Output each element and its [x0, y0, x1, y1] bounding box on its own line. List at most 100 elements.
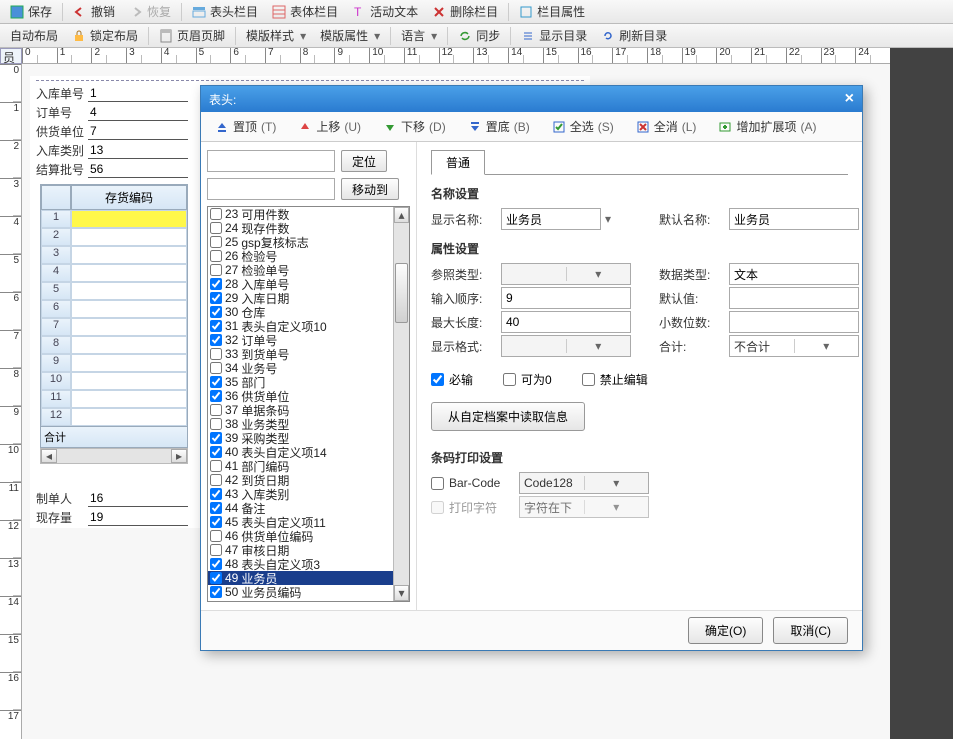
- list-item[interactable]: 29入库日期: [208, 291, 393, 305]
- btn-clearall[interactable]: 全消(L): [628, 115, 705, 138]
- list-item[interactable]: 26检验号: [208, 249, 393, 263]
- cancel-button[interactable]: 取消(C): [773, 617, 848, 644]
- tb-sync[interactable]: 同步: [452, 25, 506, 46]
- dialog-titlebar[interactable]: 表头: ×: [201, 86, 862, 112]
- tb-head-col[interactable]: 表头栏目: [186, 1, 264, 22]
- scroll-up-icon[interactable]: ▴: [394, 207, 409, 223]
- list-item[interactable]: 33到货单号: [208, 347, 393, 361]
- inp-dispname[interactable]: [501, 208, 601, 230]
- table-row[interactable]: 4: [41, 264, 187, 282]
- tb-save[interactable]: 保存: [4, 1, 58, 22]
- combo-reftype[interactable]: ▾: [501, 263, 631, 285]
- list-item[interactable]: 48表头自定义项3: [208, 557, 393, 571]
- table-row[interactable]: 3: [41, 246, 187, 264]
- tb-lang[interactable]: 语言▾: [395, 25, 443, 46]
- inp-datatype: [729, 263, 859, 285]
- tb-active-text[interactable]: T活动文本: [346, 1, 424, 22]
- combo-barcode[interactable]: Code128▾: [519, 472, 649, 494]
- tb-tplstyle[interactable]: 模版样式▾: [240, 25, 312, 46]
- inp-f3[interactable]: [88, 123, 188, 140]
- tb-autolayout[interactable]: 自动布局: [4, 25, 64, 46]
- table-row[interactable]: 5: [41, 282, 187, 300]
- inp-maxlen[interactable]: [501, 311, 631, 333]
- chk-barcode[interactable]: Bar-Code: [431, 476, 511, 490]
- table-row[interactable]: 6: [41, 300, 187, 318]
- list-item[interactable]: 38业务类型: [208, 417, 393, 431]
- inp-dec[interactable]: [729, 311, 859, 333]
- list-item[interactable]: 23可用件数: [208, 207, 393, 221]
- inp-f2[interactable]: [88, 104, 188, 121]
- combo-dispfmt[interactable]: ▾: [501, 335, 631, 357]
- list-item[interactable]: 25gsp复核标志: [208, 235, 393, 249]
- locate-input[interactable]: [207, 150, 335, 172]
- combo-sum[interactable]: 不合计▾: [729, 335, 859, 357]
- tb-col-prop[interactable]: 栏目属性: [513, 1, 591, 22]
- list-item[interactable]: 28入库单号: [208, 277, 393, 291]
- tb-tplattr[interactable]: 模版属性▾: [314, 25, 386, 46]
- chk-allowzero[interactable]: 可为0: [503, 371, 552, 388]
- moveto-button[interactable]: 移动到: [341, 178, 399, 200]
- dialog-toolbar: 置顶(T) 上移(U) 下移(D) 置底(B) 全选(S) 全消(L) 增加扩展…: [201, 112, 862, 142]
- dialog-left-pane: 定位 移动到 23可用件数24现存件数25gsp复核标志26检验号27检验单号2…: [201, 142, 417, 610]
- column-listbox[interactable]: 23可用件数24现存件数25gsp复核标志26检验号27检验单号28入库单号29…: [207, 206, 410, 602]
- list-item[interactable]: 37单据条码: [208, 403, 393, 417]
- inp-f4[interactable]: [88, 142, 188, 159]
- close-icon[interactable]: ×: [845, 90, 854, 108]
- table-row[interactable]: 1: [41, 210, 187, 228]
- table-row[interactable]: 10: [41, 372, 187, 390]
- btn-selectall[interactable]: 全选(S): [544, 115, 622, 138]
- grid-header[interactable]: 存货编码: [71, 185, 187, 210]
- detail-grid[interactable]: 存货编码 123456789101112 合计: [40, 184, 188, 448]
- btn-down[interactable]: 下移(D): [375, 115, 454, 138]
- tb-showtoc[interactable]: 显示目录: [515, 25, 593, 46]
- chk-printchar[interactable]: 打印字符: [431, 499, 511, 516]
- inp-defval[interactable]: [729, 287, 859, 309]
- inp-defname[interactable]: [729, 208, 859, 230]
- inp-f5[interactable]: [88, 161, 188, 178]
- list-item[interactable]: 50业务员编码: [208, 585, 393, 599]
- chk-required[interactable]: 必输: [431, 371, 473, 388]
- tb-del-col[interactable]: 删除栏目: [426, 1, 504, 22]
- table-row[interactable]: 9: [41, 354, 187, 372]
- ok-button[interactable]: 确定(O): [688, 617, 763, 644]
- grid-hscroll[interactable]: ◂▸: [40, 448, 188, 464]
- table-row[interactable]: 11: [41, 390, 187, 408]
- btn-top[interactable]: 置顶(T): [207, 115, 284, 138]
- scroll-down-icon[interactable]: ▾: [394, 585, 409, 601]
- tab-general[interactable]: 普通: [431, 150, 485, 175]
- list-item[interactable]: 27检验单号: [208, 263, 393, 277]
- btn-up[interactable]: 上移(U): [290, 115, 369, 138]
- tb-refreshtoc[interactable]: 刷新目录: [595, 25, 673, 46]
- list-item[interactable]: 36供货单位: [208, 389, 393, 403]
- btn-bottom[interactable]: 置底(B): [460, 115, 538, 138]
- inp-b2[interactable]: [88, 509, 188, 526]
- locate-button[interactable]: 定位: [341, 150, 387, 172]
- list-item[interactable]: 35部门: [208, 375, 393, 389]
- chk-readonly[interactable]: 禁止编辑: [582, 371, 648, 388]
- list-item[interactable]: 42到货日期: [208, 473, 393, 487]
- list-item[interactable]: 46供货单位编码: [208, 529, 393, 543]
- list-item[interactable]: 31表头自定义项10: [208, 319, 393, 333]
- list-item[interactable]: 41部门编码: [208, 459, 393, 473]
- table-row[interactable]: 7: [41, 318, 187, 336]
- tb-body-col[interactable]: 表体栏目: [266, 1, 344, 22]
- moveto-input[interactable]: [207, 178, 335, 200]
- tb-undo[interactable]: 撤销: [67, 1, 121, 22]
- table-row[interactable]: 2: [41, 228, 187, 246]
- list-item[interactable]: 40表头自定义项14: [208, 445, 393, 459]
- btn-readarchive[interactable]: 从自定档案中读取信息: [431, 402, 585, 431]
- chevron-down-icon[interactable]: ▾: [605, 212, 611, 226]
- list-item[interactable]: 34业务号: [208, 361, 393, 375]
- inp-inorder[interactable]: [501, 287, 631, 309]
- table-row[interactable]: 12: [41, 408, 187, 426]
- list-item[interactable]: 32订单号: [208, 333, 393, 347]
- scroll-thumb[interactable]: [395, 263, 408, 323]
- list-item[interactable]: 43入库类别: [208, 487, 393, 501]
- list-vscroll[interactable]: ▴ ▾: [393, 207, 409, 601]
- table-row[interactable]: 8: [41, 336, 187, 354]
- tb-headerfooter[interactable]: 页眉页脚: [153, 25, 231, 46]
- tb-locklayout[interactable]: 锁定布局: [66, 25, 144, 46]
- btn-addext[interactable]: 增加扩展项(A): [710, 115, 824, 138]
- inp-f1[interactable]: [88, 85, 188, 102]
- inp-b1[interactable]: [88, 490, 188, 507]
